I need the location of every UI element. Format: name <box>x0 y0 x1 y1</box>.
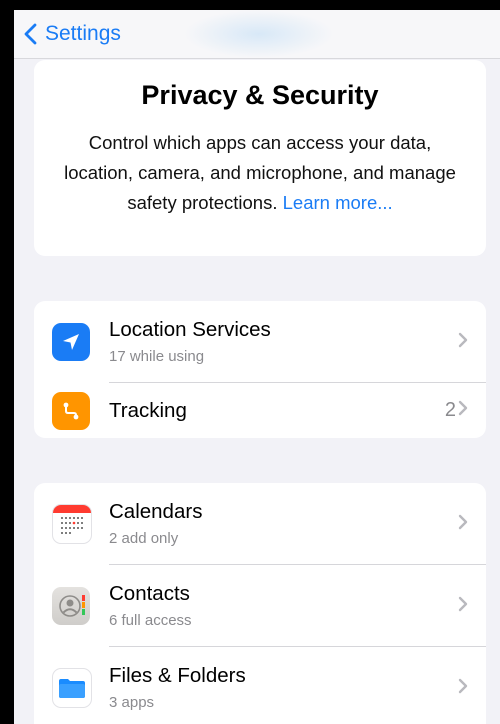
row-title: Contacts <box>109 582 190 605</box>
row-subtitle: 3 apps <box>109 694 155 711</box>
contacts-text: Contacts 6 full access <box>109 581 426 631</box>
row-title: Tracking <box>109 398 187 422</box>
chevron-right-icon <box>458 400 468 421</box>
contacts-row[interactable]: Contacts 6 full access <box>34 565 486 647</box>
row-subtitle: 2 add only <box>109 530 179 547</box>
privacy-header-card: Privacy & Security Control which apps ca… <box>34 60 486 256</box>
learn-more-link[interactable]: Learn more... <box>283 192 393 213</box>
tracking-text: Tracking <box>109 398 426 424</box>
chevron-left-icon <box>24 23 45 45</box>
chevron-right-icon <box>458 678 468 699</box>
chevron-right-icon <box>458 332 468 353</box>
settings-screen: Settings Privacy & Security Control whic… <box>14 10 500 724</box>
files-folders-text: Files & Folders 3 apps <box>109 663 426 713</box>
calendars-text: Calendars 2 add only <box>109 499 426 549</box>
location-arrow-icon <box>52 323 90 361</box>
description-text: Control which apps can access your data,… <box>64 132 456 213</box>
nav-highlight <box>184 10 334 58</box>
row-subtitle: 17 while using <box>109 348 205 365</box>
data-access-group: Calendars 2 add only Contacts 6 full acc… <box>34 483 486 724</box>
row-title: Calendars <box>109 500 203 523</box>
back-button[interactable]: Settings <box>24 22 121 46</box>
page-description: Control which apps can access your data,… <box>52 128 468 218</box>
files-folders-row[interactable]: Files & Folders 3 apps <box>34 647 486 724</box>
location-services-text: Location Services 17 while using <box>109 317 426 367</box>
row-title: Location Services <box>109 318 271 341</box>
location-tracking-group: Location Services 17 while using Trackin… <box>34 301 486 438</box>
chevron-right-icon <box>458 514 468 535</box>
contacts-icon <box>52 587 90 625</box>
back-button-label: Settings <box>45 22 121 45</box>
chevron-right-icon <box>458 596 468 617</box>
page-title: Privacy & Security <box>141 80 379 110</box>
location-services-row[interactable]: Location Services 17 while using <box>34 301 486 383</box>
tracking-row[interactable]: Tracking 2 <box>34 383 486 438</box>
folder-icon <box>52 668 92 708</box>
calendars-row[interactable]: Calendars 2 add only <box>34 483 486 565</box>
calendar-icon <box>52 504 92 544</box>
navigation-bar: Settings <box>14 10 500 59</box>
row-title: Files & Folders <box>109 664 246 687</box>
row-subtitle: 6 full access <box>109 612 192 629</box>
tracking-icon <box>52 391 90 430</box>
tracking-count: 2 <box>444 399 456 421</box>
